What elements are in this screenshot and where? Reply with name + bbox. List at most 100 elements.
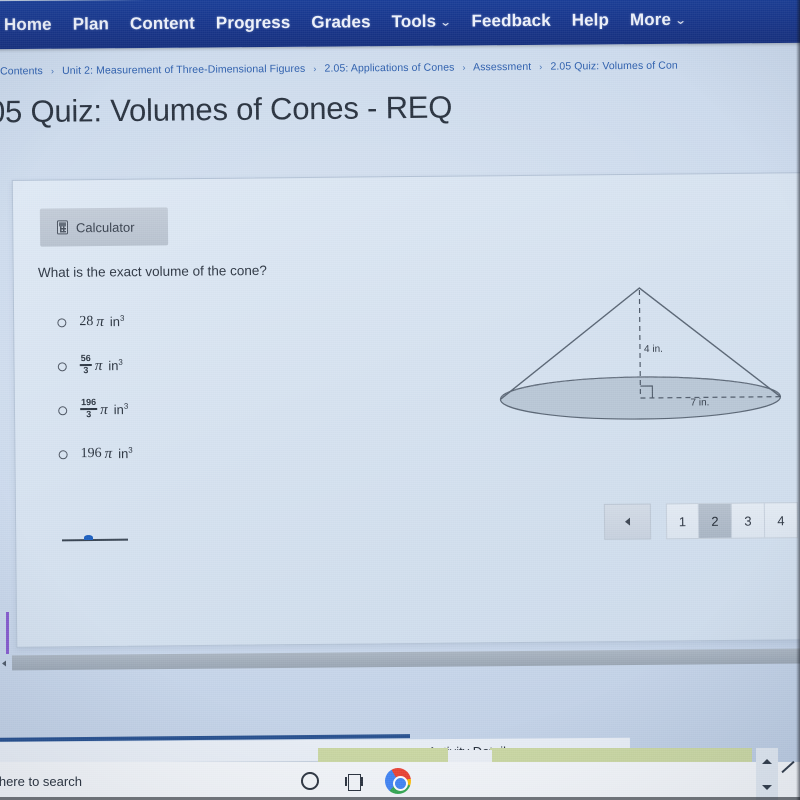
pagination: 1 2 3 4 xyxy=(603,502,799,540)
nav-item-label: Grades xyxy=(311,12,371,32)
page-title: 05 Quiz: Volumes of Cones - REQ xyxy=(0,89,453,130)
nav-item-label: Tools xyxy=(391,11,437,32)
task-view-icon[interactable] xyxy=(332,762,376,800)
chrome-icon[interactable] xyxy=(376,762,420,800)
pi-symbol: π xyxy=(104,445,113,462)
breadcrumb-separator: › xyxy=(462,62,466,73)
scroll-up-arrow-icon[interactable] xyxy=(762,758,772,764)
nav-item-label: Plan xyxy=(72,14,110,34)
left-edge-accent-bar xyxy=(6,612,9,654)
pagination-page-list: 1 2 3 4 xyxy=(665,502,799,540)
nav-item-label: Help xyxy=(571,10,610,30)
cone-svg xyxy=(499,287,782,420)
breadcrumb-separator: › xyxy=(50,66,55,77)
option-unit: in3 xyxy=(113,402,129,418)
breadcrumb: f Contents › Unit 2: Measurement of Thre… xyxy=(0,58,800,78)
nav-item-label: Home xyxy=(3,14,52,35)
horizontal-scrollbar-thumb[interactable] xyxy=(11,648,800,671)
breadcrumb-separator: › xyxy=(539,61,543,72)
answer-options-list: 28 π in3 56 3 π in3 196 3 π in3 196 π in… xyxy=(57,300,133,477)
fraction-denominator: 3 xyxy=(83,365,89,376)
calculator-button[interactable]: Calculator xyxy=(39,207,169,247)
nav-item-more[interactable]: More ⌄ xyxy=(629,9,688,30)
pagination-page-1[interactable]: 1 xyxy=(665,503,700,540)
answer-option-a[interactable]: 28 π in3 xyxy=(57,300,132,345)
pagination-page-4[interactable]: 4 xyxy=(764,502,799,539)
cone-radius-label: 7 in. xyxy=(690,397,710,409)
option-whole-number: 196 xyxy=(80,445,102,462)
left-arrow-icon xyxy=(624,517,631,526)
nav-item-content[interactable]: Content xyxy=(130,14,195,35)
option-unit: in3 xyxy=(108,358,123,374)
chevron-down-icon: ⌄ xyxy=(439,16,453,29)
option-unit: in3 xyxy=(109,314,125,330)
task-view-shape xyxy=(345,773,363,791)
vertical-scroll-arrows[interactable] xyxy=(756,748,778,800)
scroll-down-arrow-icon[interactable] xyxy=(762,784,772,790)
nav-item-feedback[interactable]: Feedback xyxy=(471,11,550,32)
nav-item-label: More xyxy=(629,9,672,30)
option-whole-number: 28 xyxy=(79,314,94,330)
fraction: 56 3 xyxy=(79,353,92,376)
pi-symbol: π xyxy=(100,401,108,418)
radio-button-icon[interactable] xyxy=(58,405,68,415)
photo-right-edge xyxy=(796,0,800,800)
radio-button-icon[interactable] xyxy=(57,317,67,327)
calculator-icon xyxy=(56,220,69,235)
pi-symbol: π xyxy=(96,313,104,330)
nav-item-plan[interactable]: Plan xyxy=(73,14,109,34)
nav-item-label: Content xyxy=(129,13,195,34)
pagination-page-label: 4 xyxy=(777,512,785,528)
pi-symbol: π xyxy=(94,357,103,374)
pagination-page-label: 1 xyxy=(678,513,687,529)
radio-button-icon[interactable] xyxy=(58,449,68,459)
scroll-left-arrow-button[interactable] xyxy=(0,653,12,672)
pagination-page-label: 2 xyxy=(711,513,719,529)
left-arrow-icon xyxy=(1,659,7,666)
cone-diagram: 4 in. 7 in. xyxy=(491,275,792,428)
answer-option-d[interactable]: 196 π in3 xyxy=(58,432,133,477)
pagination-page-3[interactable]: 3 xyxy=(731,502,766,539)
breadcrumb-separator: › xyxy=(313,63,317,74)
answer-option-label: 196 π in3 xyxy=(81,445,133,462)
chrome-logo-shape xyxy=(385,768,411,794)
pagination-previous-button[interactable] xyxy=(603,503,652,540)
answer-option-label: 28 π in3 xyxy=(79,313,124,330)
cone-height-label: 4 in. xyxy=(643,343,663,355)
windows-taskbar: e here to search xyxy=(0,762,800,800)
nav-item-progress[interactable]: Progress xyxy=(216,13,291,34)
fraction-numerator: 56 xyxy=(80,353,91,364)
fraction: 196 3 xyxy=(80,397,98,420)
chevron-down-icon: ⌄ xyxy=(674,14,688,27)
nav-item-label: Feedback xyxy=(471,10,551,31)
nav-item-help[interactable]: Help xyxy=(572,10,609,30)
cortana-icon[interactable] xyxy=(288,762,332,800)
breadcrumb-item-quiz[interactable]: 2.05 Quiz: Volumes of Con xyxy=(550,60,678,73)
radio-button-icon[interactable] xyxy=(57,361,67,371)
cortana-ring-shape xyxy=(301,772,319,790)
nav-item-tools[interactable]: Tools ⌄ xyxy=(391,11,453,32)
nav-item-label: Progress xyxy=(215,12,291,33)
answer-option-c[interactable]: 196 3 π in3 xyxy=(58,388,133,433)
answer-option-b[interactable]: 56 3 π in3 xyxy=(57,344,133,389)
top-navigation-bar: Home Plan Content Progress Grades Tools … xyxy=(0,0,800,50)
nav-item-home[interactable]: Home xyxy=(4,15,52,35)
pagination-page-2[interactable]: 2 xyxy=(698,502,733,540)
screen-photo: Home Plan Content Progress Grades Tools … xyxy=(0,0,800,800)
pagination-current-marker xyxy=(84,535,93,540)
answer-option-label: 56 3 π in3 xyxy=(79,353,123,376)
option-unit: in3 xyxy=(118,445,133,462)
calculator-button-label: Calculator xyxy=(75,219,135,235)
breadcrumb-item-lesson[interactable]: 2.05: Applications of Cones xyxy=(324,62,454,75)
breadcrumb-item-assessment[interactable]: Assessment xyxy=(473,61,531,74)
fraction-denominator: 3 xyxy=(86,409,92,420)
pagination-page-label: 3 xyxy=(744,513,752,529)
question-text: What is the exact volume of the cone? xyxy=(37,262,267,281)
taskbar-search-input[interactable]: e here to search xyxy=(0,774,288,789)
nav-item-grades[interactable]: Grades xyxy=(311,12,370,32)
horizontal-scrollbar[interactable] xyxy=(0,646,800,672)
breadcrumb-item-unit[interactable]: Unit 2: Measurement of Three-Dimensional… xyxy=(62,63,305,77)
breadcrumb-item-contents[interactable]: f Contents xyxy=(0,65,43,77)
fraction-numerator: 196 xyxy=(81,397,97,408)
answer-option-label: 196 3 π in3 xyxy=(80,397,129,421)
